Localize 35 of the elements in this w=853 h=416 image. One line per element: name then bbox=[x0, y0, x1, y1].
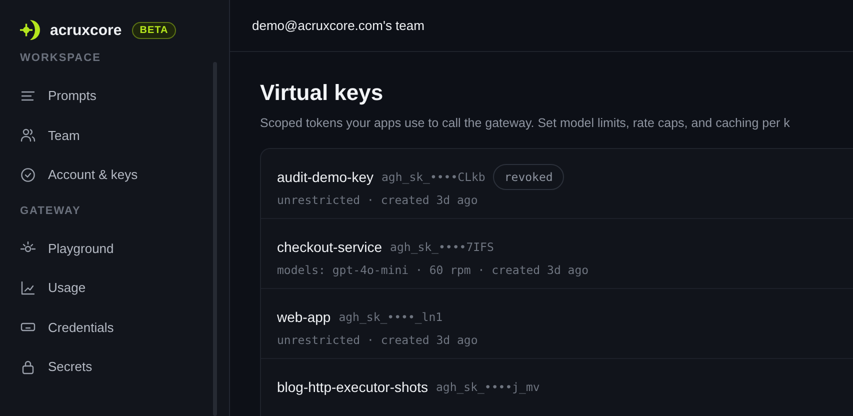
key-token: agh_sk_••••j_mv bbox=[436, 380, 540, 394]
key-meta: unrestricted · created 3d ago bbox=[277, 333, 479, 347]
section-heading: GATEWAY bbox=[20, 204, 82, 216]
beta-badge: BETA bbox=[132, 22, 176, 38]
users-icon bbox=[20, 127, 36, 144]
key-name: blog-http-executor-shots bbox=[277, 379, 428, 395]
key-row[interactable]: audit-demo-key agh_sk_••••CLkb revoked unrestricted · created 3d ago bbox=[261, 149, 853, 219]
key-row[interactable]: blog-http-executor-shots agh_sk_••••j_mv bbox=[261, 359, 853, 416]
key-meta: unrestricted · created 3d ago bbox=[277, 193, 479, 207]
key-token: agh_sk_••••_ln1 bbox=[338, 310, 443, 324]
nav-item[interactable]: Account & keys bbox=[20, 155, 229, 194]
team-name: demo@acruxcore.com's team bbox=[252, 18, 424, 33]
nav-item[interactable]: Usage bbox=[20, 268, 229, 308]
nav-item[interactable]: Team bbox=[20, 116, 229, 155]
chart-icon bbox=[20, 280, 36, 296]
check-circle-icon bbox=[20, 166, 36, 183]
key-meta: models: gpt-4o-mini · 60 rpm · created 3d ago bbox=[277, 263, 590, 277]
key-row[interactable]: checkout-service agh_sk_••••7IFS models: gpt-4o-mini · 60 rpm · created 3d ago bbox=[261, 219, 853, 289]
key-token: agh_sk_••••7IFS bbox=[390, 240, 494, 254]
logo-icon bbox=[20, 20, 40, 40]
nav-item[interactable]: Prompts bbox=[20, 76, 229, 116]
status-badge: revoked bbox=[493, 164, 564, 190]
key-row[interactable]: web-app agh_sk_••••_ln1 unrestricted · created 3d ago bbox=[261, 289, 853, 359]
lock-icon bbox=[20, 358, 36, 375]
page-title: Virtual keys bbox=[260, 80, 384, 106]
key-name: web-app bbox=[277, 309, 331, 325]
nav-item[interactable]: Credentials bbox=[20, 308, 229, 347]
page-subtitle: Scoped tokens your apps use to call the gateway. Set model limits, rate caps, and caching per k bbox=[260, 116, 791, 130]
key-token: agh_sk_••••CLkb bbox=[382, 170, 486, 184]
nav-item[interactable]: Secrets bbox=[20, 347, 229, 386]
nav-item[interactable]: Playground bbox=[20, 228, 229, 268]
brand-name: acruxcore bbox=[50, 22, 122, 38]
key-name: audit-demo-key bbox=[277, 169, 374, 185]
key-name: checkout-service bbox=[277, 239, 382, 255]
section-heading: WORKSPACE bbox=[20, 52, 102, 64]
